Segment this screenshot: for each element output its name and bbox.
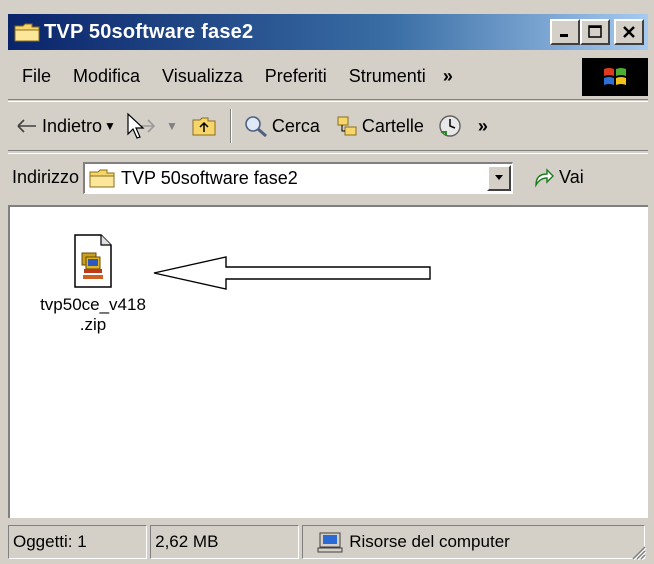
folder-content-area[interactable]: tvp50ce_v418 .zip: [8, 205, 648, 518]
menu-overflow-chevron[interactable]: »: [443, 66, 453, 87]
history-icon: [438, 114, 462, 138]
maximize-icon: [588, 25, 602, 38]
menu-bar: File Modifica Visualizza Preferiti Strum…: [8, 54, 648, 100]
status-size: 2,62 MB: [150, 525, 300, 559]
file-name: tvp50ce_v418 .zip: [18, 295, 168, 335]
minimize-button[interactable]: [550, 19, 580, 45]
folder-icon: [89, 168, 115, 188]
menu-strumenti[interactable]: Strumenti: [338, 66, 437, 87]
status-bar: Oggetti: 1 2,62 MB Risorse del computer: [8, 522, 648, 562]
windows-logo-icon: [582, 58, 648, 96]
address-dropdown-button[interactable]: [487, 164, 512, 191]
close-icon: [623, 26, 635, 38]
back-label: Indietro: [42, 115, 103, 136]
go-arrow-icon: [533, 167, 555, 188]
file-name-line2: .zip: [79, 315, 107, 334]
status-objects: Oggetti: 1: [8, 525, 148, 559]
toolbar-overflow-chevron[interactable]: »: [478, 116, 488, 137]
status-size-text: 2,62 MB: [155, 532, 219, 551]
file-item[interactable]: tvp50ce_v418 .zip: [18, 233, 168, 335]
menu-file[interactable]: File: [8, 66, 62, 87]
address-value: TVP 50software fase2: [121, 167, 298, 188]
file-name-line1: tvp50ce_v418: [40, 295, 146, 314]
address-label: Indirizzo: [12, 167, 80, 187]
up-folder-icon: [192, 116, 216, 136]
address-input[interactable]: TVP 50software fase2: [83, 161, 514, 194]
search-label: Cerca: [271, 115, 320, 136]
menu-visualizza[interactable]: Visualizza: [151, 66, 254, 87]
folders-label: Cartelle: [361, 115, 424, 136]
go-label: Vai: [559, 167, 584, 187]
minimize-icon: [560, 34, 568, 37]
zip-file-icon: [18, 233, 168, 289]
up-folder-button[interactable]: [186, 116, 226, 136]
chevron-down-icon: [495, 174, 504, 180]
left-arrow-annotation-icon: [153, 256, 431, 290]
go-button[interactable]: Vai: [533, 167, 584, 188]
back-button[interactable]: Indietro ▼: [8, 116, 124, 137]
toolbar-separator: [229, 109, 232, 143]
back-arrow-icon: [16, 118, 38, 134]
window-title: TVP 50software fase2: [44, 20, 254, 43]
folders-button[interactable]: Cartelle: [328, 115, 432, 137]
my-computer-icon: [317, 531, 343, 553]
forward-arrow-icon: [126, 112, 160, 140]
resize-grip-icon[interactable]: [630, 544, 646, 560]
forward-dropdown-icon[interactable]: ▼: [166, 119, 178, 133]
status-zone-text: Risorse del computer: [349, 532, 510, 551]
standard-toolbar: Indietro ▼ ▼ Cerca Cartelle »: [8, 101, 648, 151]
address-bar: Indirizzo TVP 50software fase2 Vai: [8, 153, 648, 201]
status-zone: Risorse del computer: [302, 525, 645, 559]
maximize-button[interactable]: [580, 19, 610, 45]
search-icon: [244, 115, 268, 137]
forward-button[interactable]: ▼: [124, 112, 186, 140]
title-bar[interactable]: TVP 50software fase2: [8, 14, 648, 50]
folders-icon: [336, 115, 358, 137]
back-dropdown-icon[interactable]: ▼: [104, 119, 116, 133]
close-button[interactable]: [614, 19, 644, 45]
window-controls: [550, 19, 644, 45]
history-button[interactable]: [432, 114, 472, 138]
search-button[interactable]: Cerca: [236, 115, 328, 137]
status-objects-text: Oggetti: 1: [13, 532, 87, 551]
explorer-window: TVP 50software fase2 File Modifica Visua…: [0, 0, 654, 564]
folder-icon: [10, 14, 44, 50]
menu-modifica[interactable]: Modifica: [62, 66, 151, 87]
menu-preferiti[interactable]: Preferiti: [254, 66, 338, 87]
